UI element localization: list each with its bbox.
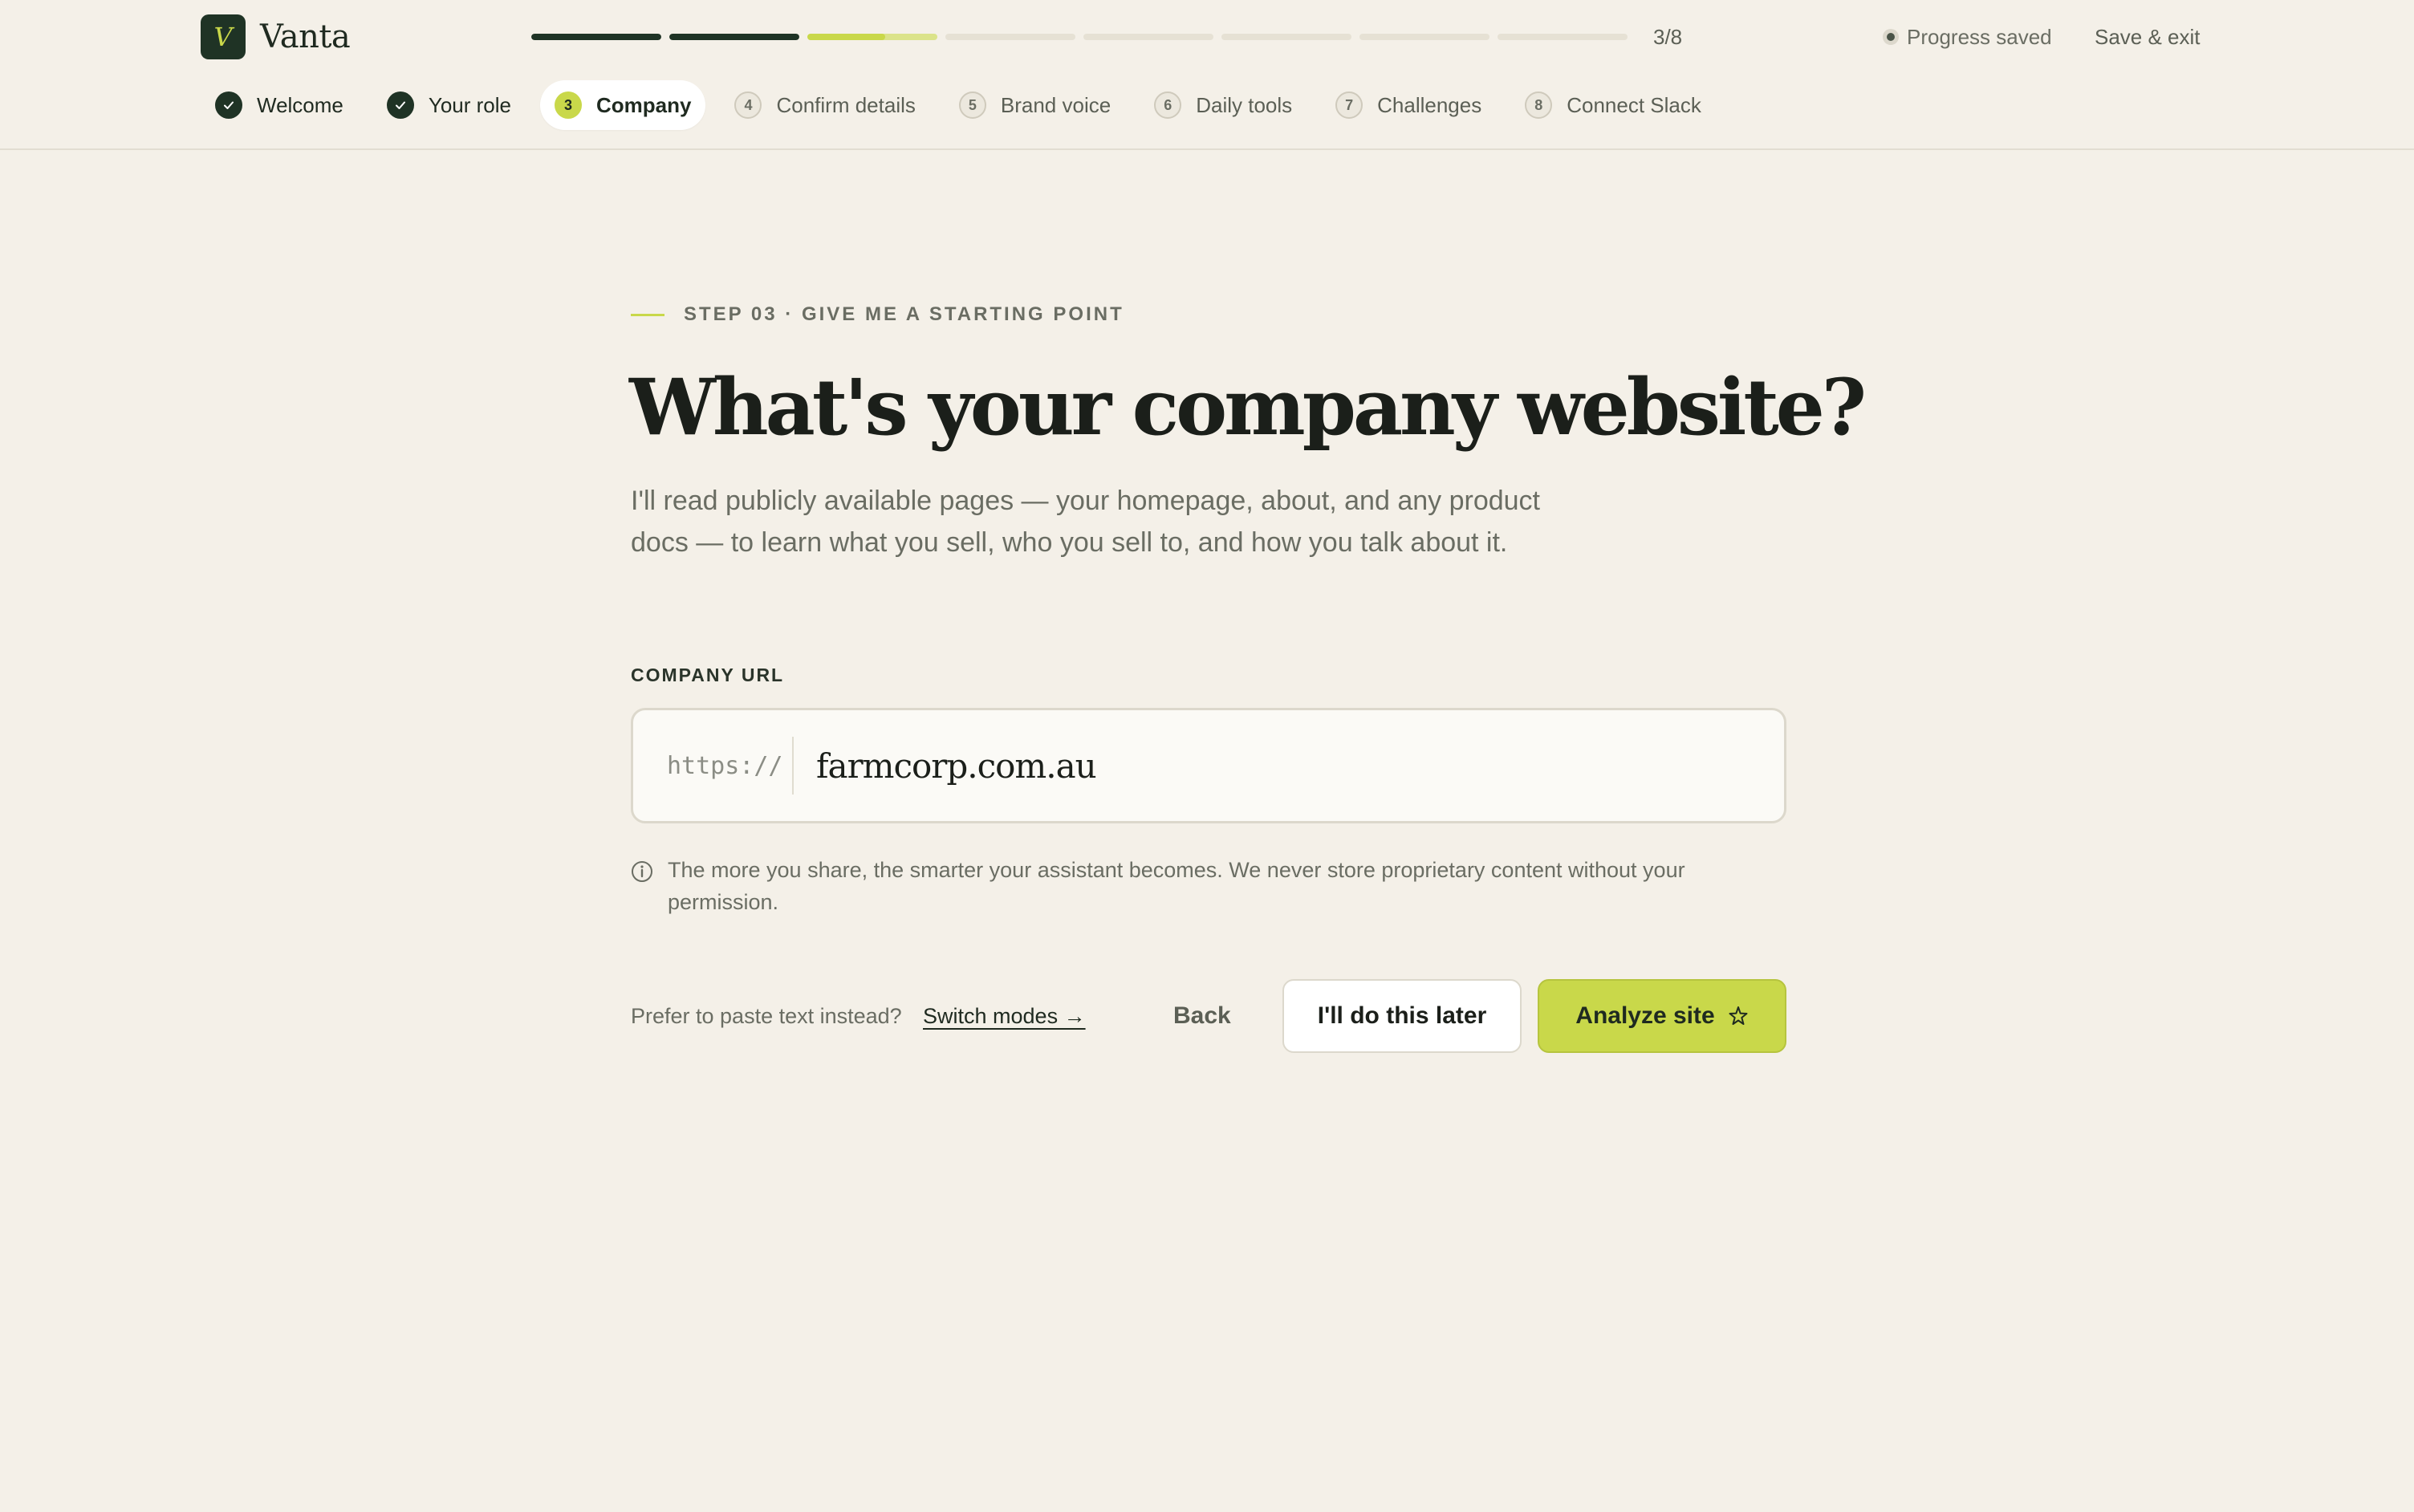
step-welcome[interactable]: Welcome [201,80,358,130]
step-label: Confirm details [776,92,916,117]
action-row: Prefer to paste text instead? Switch mod… [631,979,1786,1053]
eyebrow-accent-line [631,313,664,316]
company-url-field[interactable]: https:// [631,708,1786,823]
progress-segment [1359,34,1489,40]
privacy-hint-text: The more you share, the smarter your ass… [668,858,1685,914]
step-number: 4 [734,91,762,119]
step-label: Your role [428,92,512,117]
step-your-role[interactable]: Your role [372,80,526,130]
top-header: V Vanta 3/8 Progress saved Save & exit W… [0,0,2414,150]
url-prefix: https:// [667,751,783,780]
progress-segment [1083,34,1213,40]
sparkle-icon [1729,1006,1748,1025]
step-nav: Welcome Your role 3 Company 4 Confirm details… [201,79,1716,132]
step-eyebrow: STEP 03 · GIVE ME A STARTING POINT [631,303,1124,326]
step-number: 7 [1335,91,1363,119]
step-number: 5 [958,91,986,119]
step-number: 6 [1154,91,1182,119]
step-challenges[interactable]: 7 Challenges [1321,80,1496,130]
progress-segment-fill [807,34,886,40]
step-brand-voice[interactable]: 5 Brand voice [945,80,1125,130]
company-url-label: COMPANY URL [631,665,785,685]
back-button[interactable]: Back [1173,997,1231,1035]
progress-segment [531,34,661,40]
progress-segment-fill [669,34,799,40]
progress-segment [807,34,937,40]
analyze-site-button[interactable]: Analyze site [1538,979,1786,1053]
progress-segment [1498,34,1628,40]
info-icon [632,861,652,882]
progress-segment [1221,34,1351,40]
switch-modes-link[interactable]: Switch modes → [923,1000,1086,1032]
step-number: 3 [555,91,583,119]
step-number: 8 [1525,91,1553,119]
step-connect-slack[interactable]: 8 Connect Slack [1510,80,1716,130]
step-label: Connect Slack [1567,92,1701,117]
progress-segment [669,34,799,40]
do-later-button[interactable]: I'll do this later [1282,979,1522,1053]
step-label: Welcome [257,92,343,117]
status-dot-icon [1883,29,1899,45]
step-daily-tools[interactable]: 6 Daily tools [1140,80,1307,130]
page-title: What's your company website? [629,362,1867,453]
analyze-site-label: Analyze site [1575,1002,1715,1029]
brand-name: Vanta [260,18,351,55]
page-description: I'll read publicly available pages — you… [631,486,1540,558]
step-label: Challenges [1377,92,1482,117]
eyebrow-text: STEP 03 · GIVE ME A STARTING POINT [684,303,1124,325]
check-icon [386,91,414,119]
check-icon [215,91,242,119]
step-confirm-details[interactable]: 4 Confirm details [720,80,929,130]
progress-count: 3/8 [1653,25,1683,49]
progress-saved-indicator: Progress saved [1883,22,2052,51]
step-label: Brand voice [1000,92,1111,117]
step-company[interactable]: 3 Company [540,80,706,130]
progress-segment [945,34,1075,40]
company-url-input[interactable] [794,710,1784,821]
step-label: Daily tools [1196,92,1293,117]
progress-saved-label: Progress saved [1907,25,2052,49]
privacy-hint: The more you share, the smarter your ass… [631,854,1786,918]
progress-bar [531,34,1628,40]
logo-letter: V [213,22,233,52]
brand-logo[interactable]: V [201,14,246,59]
save-exit-button[interactable]: Save & exit [2095,22,2201,51]
step-label: Company [596,92,692,117]
progress-segment-fill [531,34,661,40]
paste-prompt: Prefer to paste text instead? [631,1004,902,1028]
